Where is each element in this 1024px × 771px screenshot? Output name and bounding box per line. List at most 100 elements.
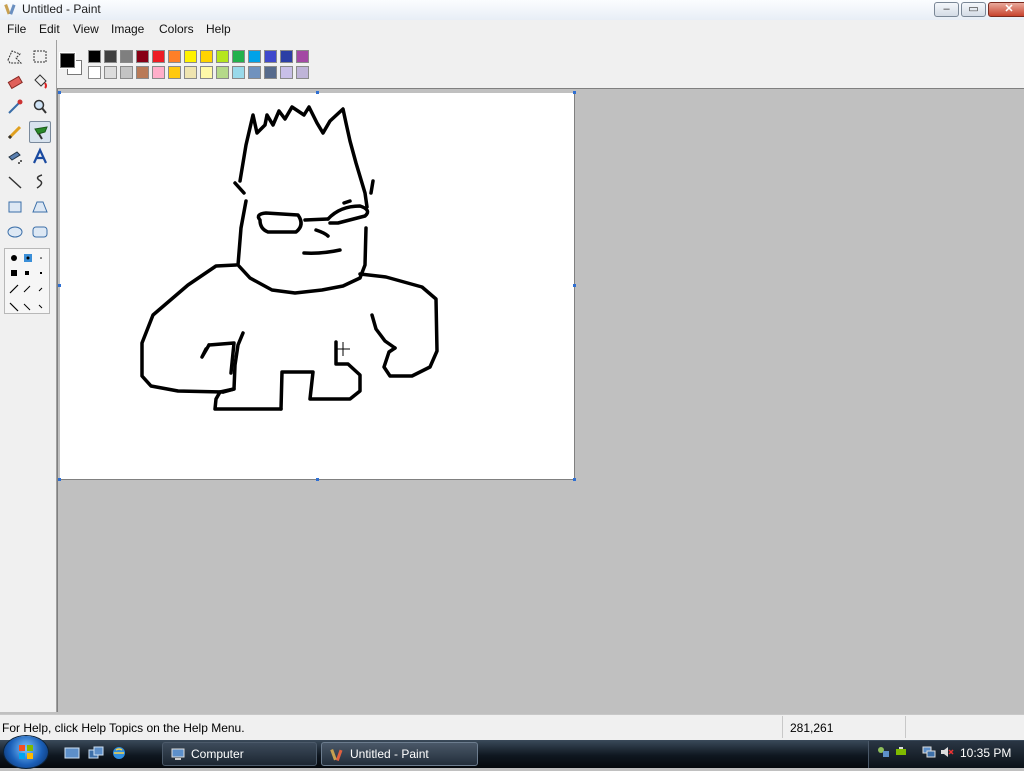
current-colors[interactable] (57, 49, 83, 76)
color-swatch[interactable] (88, 66, 101, 79)
menu-edit[interactable]: Edit (39, 22, 60, 36)
color-swatch[interactable] (120, 66, 133, 79)
color-swatch[interactable] (120, 50, 133, 63)
fill-bucket-icon (34, 74, 47, 89)
drawing (140, 105, 439, 411)
status-help-text: For Help, click Help Topics on the Help … (2, 721, 245, 735)
color-swatch[interactable] (264, 50, 277, 63)
color-swatch[interactable] (200, 66, 213, 79)
title-bar (0, 0, 1024, 21)
rounded-rectangle-icon (32, 226, 48, 238)
color-swatch[interactable] (200, 50, 213, 63)
menu-bar (0, 20, 1024, 41)
taskbar-item-label: Computer (191, 747, 244, 761)
curve-icon (36, 174, 43, 189)
drawing-canvas[interactable] (60, 93, 574, 479)
volume-muted-icon[interactable] (940, 745, 954, 759)
start-button[interactable] (4, 736, 48, 768)
menu-view[interactable]: View (73, 22, 99, 36)
resize-handle-bottom-left[interactable] (58, 478, 61, 481)
color-palette-area (56, 40, 1024, 88)
color-swatch[interactable] (104, 66, 117, 79)
color-swatch[interactable] (104, 50, 117, 63)
color-swatch[interactable] (168, 66, 181, 79)
status-divider (782, 716, 783, 738)
rectangle-icon (8, 201, 22, 213)
taskbar-item-label: Untitled - Paint (350, 747, 429, 761)
polygon-icon (32, 201, 48, 213)
brush-tool[interactable] (29, 121, 51, 143)
curve-tool[interactable] (29, 171, 51, 193)
windows-logo-icon (19, 745, 33, 759)
resize-handle-top-right[interactable] (573, 91, 576, 94)
color-swatch[interactable] (152, 50, 165, 63)
show-desktop-icon[interactable] (64, 745, 80, 761)
color-swatch[interactable] (280, 66, 293, 79)
menu-image[interactable]: Image (111, 22, 144, 36)
color-swatch[interactable] (136, 66, 149, 79)
color-swatch[interactable] (152, 66, 165, 79)
foreground-color-swatch[interactable] (60, 53, 75, 68)
clock[interactable]: 10:35 PM (960, 746, 1011, 760)
line-tool[interactable] (4, 171, 26, 193)
select-tool[interactable] (29, 46, 51, 68)
pencil-tool[interactable] (4, 121, 26, 143)
brush-options[interactable] (4, 248, 50, 314)
rounded-rectangle-tool[interactable] (29, 221, 51, 243)
network-users-icon[interactable] (876, 745, 890, 759)
resize-handle-bottom-right[interactable] (573, 478, 576, 481)
color-swatch[interactable] (296, 66, 309, 79)
magnifier-icon (33, 99, 47, 114)
airbrush-tool[interactable] (4, 146, 26, 168)
resize-handle-top[interactable] (316, 91, 319, 94)
color-swatch[interactable] (216, 66, 229, 79)
color-swatch[interactable] (168, 50, 181, 63)
color-swatch[interactable] (232, 66, 245, 79)
menu-file[interactable]: File (7, 22, 26, 36)
menu-colors[interactable]: Colors (159, 22, 194, 36)
color-swatch[interactable] (184, 50, 197, 63)
select-icon (33, 50, 47, 63)
color-swatch[interactable] (88, 50, 101, 63)
pick-color-tool[interactable] (4, 96, 26, 118)
paint-icon (330, 749, 343, 761)
magnifier-tool[interactable] (29, 96, 51, 118)
taskbar-item-computer[interactable]: Computer (162, 742, 317, 766)
resize-handle-top-left[interactable] (58, 91, 61, 94)
color-swatch[interactable] (136, 50, 149, 63)
color-swatch[interactable] (296, 50, 309, 63)
close-button[interactable]: ✕ (988, 2, 1024, 17)
resize-handle-left[interactable] (58, 284, 61, 287)
color-swatch[interactable] (232, 50, 245, 63)
free-form-select-tool[interactable] (4, 46, 26, 68)
polygon-tool[interactable] (29, 196, 51, 218)
network-icon[interactable] (922, 745, 936, 759)
internet-explorer-icon[interactable] (111, 745, 127, 761)
brush-shape-options (9, 254, 43, 312)
color-swatch[interactable] (248, 66, 261, 79)
brush-icon (34, 126, 48, 140)
pencil-icon (7, 125, 22, 140)
fill-bucket-tool[interactable] (29, 71, 51, 93)
color-swatch[interactable] (248, 50, 261, 63)
menu-help[interactable]: Help (206, 22, 231, 36)
ellipse-icon (7, 226, 23, 238)
resize-handle-right[interactable] (573, 284, 576, 287)
safely-remove-icon[interactable] (894, 745, 908, 759)
paint-app-icon[interactable] (4, 2, 18, 16)
color-swatch[interactable] (280, 50, 293, 63)
window-title: Untitled - Paint (22, 2, 101, 16)
resize-handle-bottom[interactable] (316, 478, 319, 481)
line-icon (8, 176, 22, 189)
switch-windows-icon[interactable] (88, 745, 104, 761)
text-tool[interactable] (29, 146, 51, 168)
taskbar-item-paint[interactable]: Untitled - Paint (321, 742, 478, 766)
color-swatch[interactable] (264, 66, 277, 79)
color-swatch[interactable] (184, 66, 197, 79)
color-swatch[interactable] (216, 50, 229, 63)
ellipse-tool[interactable] (4, 221, 26, 243)
rectangle-tool[interactable] (4, 196, 26, 218)
minimize-button[interactable]: – (934, 2, 959, 17)
maximize-button[interactable]: ▭ (961, 2, 986, 17)
eraser-tool[interactable] (4, 71, 26, 93)
